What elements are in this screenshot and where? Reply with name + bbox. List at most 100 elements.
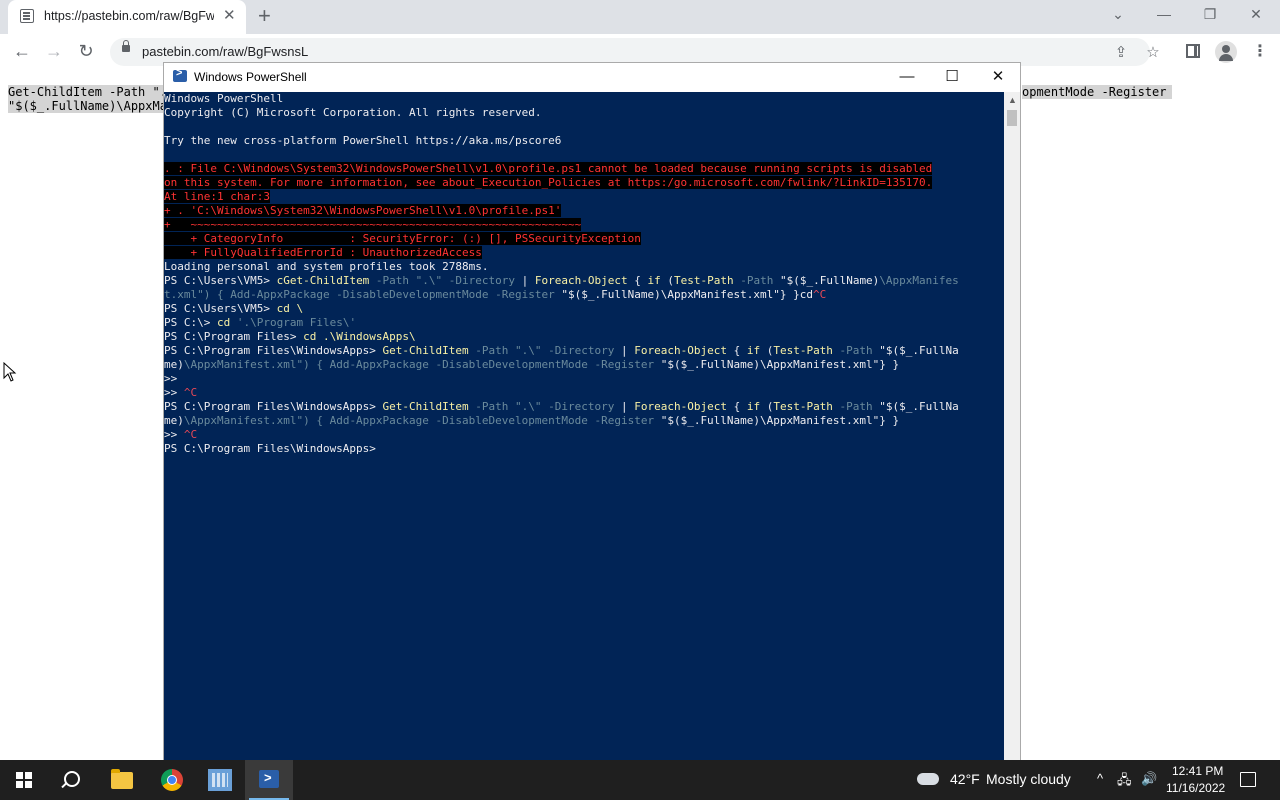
raw-text-line[interactable]: opmentMode -Register (1022, 85, 1172, 99)
clock-time[interactable]: 12:41 PM (1172, 764, 1223, 778)
console-text-segment: PS C:\Program Files\WindowsApps> (164, 344, 383, 357)
console-text-segment: >> (164, 372, 184, 385)
console-text-segment: { (726, 400, 747, 413)
console-text-segment: if (647, 274, 661, 287)
url-text[interactable]: pastebin.com/raw/BgFwsnsL (142, 44, 308, 59)
console-text-segment: Try the new cross-platform PowerShell ht… (164, 134, 562, 147)
console-text-segment: -Directory (442, 274, 522, 287)
taskbar-powershell-button[interactable] (245, 760, 293, 800)
console-text-segment: "$($_.FullName) (779, 274, 880, 287)
console-line: >> ^C (164, 428, 197, 442)
bookmark-star-icon[interactable]: ☆ (1142, 44, 1164, 62)
file-explorer-icon[interactable] (111, 769, 133, 789)
network-icon[interactable]: 🖧 (1117, 771, 1132, 793)
tab-search-chevron-icon[interactable]: ⌄ (1103, 4, 1133, 24)
console-text-segment: PS C:\Program Files\WindowsApps> (164, 400, 383, 413)
tray-overflow-chevron-icon[interactable]: ^ (1097, 771, 1103, 786)
console-text-segment: -Path (468, 344, 515, 357)
console-text-segment: + CategoryInfo : SecurityError: (:) [], … (164, 232, 641, 245)
console-line: PS C:\Users\VM5> cGet-ChildItem -Path ".… (164, 274, 959, 288)
ps-maximize-button[interactable]: ☐ (937, 67, 967, 87)
browser-close-button[interactable]: ✕ (1241, 4, 1271, 24)
scroll-up-arrow-icon[interactable]: ▲ (1008, 95, 1017, 105)
console-text-segment: '.\Program Files\' (230, 316, 357, 329)
powershell-window[interactable]: Windows PowerShell — ☐ ✕ Windows PowerSh… (163, 62, 1021, 762)
back-button[interactable]: ← (10, 40, 34, 62)
console-text-segment: ".\" (415, 274, 443, 287)
mouse-cursor-icon (3, 362, 17, 382)
console-text-segment: Foreach-Object (634, 400, 727, 413)
browser-tab[interactable]: https://pastebin.com/raw/BgFwsnsL ✕ (8, 0, 246, 34)
console-text-segment: -Path (468, 400, 515, 413)
console-text-segment: >> (164, 428, 184, 441)
console-text-segment: PS C:\> (164, 316, 217, 329)
chrome-icon[interactable] (161, 769, 183, 791)
reload-button[interactable]: ↻ (74, 40, 98, 62)
console-text-segment: -Path (832, 344, 880, 357)
console-text-segment: cGet-ChildItem (276, 274, 370, 287)
notification-center-icon[interactable] (1240, 772, 1256, 787)
console-line: PS C:\Program Files\WindowsApps> Get-Chi… (164, 344, 959, 358)
share-icon[interactable]: ⇪ (1110, 44, 1132, 62)
console-text-segment: ( (760, 400, 774, 413)
windows-taskbar: 42°F Mostly cloudy ^ 🖧 🔊 12:41 PM 11/16/… (0, 760, 1280, 800)
profile-avatar-icon[interactable] (1215, 41, 1237, 63)
forward-button[interactable]: → (42, 40, 66, 62)
console-line: Copyright (C) Microsoft Corporation. All… (164, 106, 542, 120)
console-line: Windows PowerShell (164, 92, 283, 106)
console-text-segment: PS C:\Program Files> (164, 330, 304, 343)
ps-minimize-button[interactable]: — (892, 67, 922, 87)
volume-icon[interactable]: 🔊 (1141, 771, 1157, 787)
side-panel-icon[interactable] (1186, 44, 1200, 58)
tab-close-button[interactable]: ✕ (223, 7, 236, 25)
console-text-segment: Get-ChildItem (382, 344, 469, 357)
console-output[interactable]: Windows PowerShell Copyright (C) Microsof… (164, 92, 1004, 761)
powershell-taskbar-icon (259, 770, 279, 788)
console-scrollbar[interactable]: ▲ (1004, 92, 1020, 761)
console-text-segment: At line:1 char:3 (164, 190, 270, 203)
windows-start-icon[interactable] (16, 772, 32, 788)
browser-menu-icon[interactable]: ⋮ (1252, 42, 1268, 62)
console-text-segment: \AppxManifes (879, 274, 959, 287)
console-text-segment: \AppxManifest.xml") { Add-AppxPackage -D… (183, 414, 661, 427)
console-text-segment: Test-Path (773, 400, 833, 413)
console-text-segment: Foreach-Object (534, 274, 628, 287)
console-text-segment: me) (164, 414, 184, 427)
console-text-segment: "$($_.FullNa (879, 400, 959, 413)
new-tab-button[interactable]: + (258, 3, 271, 29)
console-text-segment: Loading personal and system profiles too… (164, 260, 489, 273)
raw-text-line[interactable]: "$($_.FullName)\AppxMa (8, 99, 167, 113)
console-line: Loading personal and system profiles too… (164, 260, 489, 274)
clock-date[interactable]: 11/16/2022 (1166, 781, 1225, 795)
weather-cloud-icon[interactable] (917, 767, 939, 785)
console-text-segment: ( (760, 344, 774, 357)
pinned-app-icon[interactable] (208, 769, 232, 791)
ps-close-button[interactable]: ✕ (983, 67, 1013, 87)
console-text-segment: Test-Path (773, 344, 833, 357)
console-line: >> (164, 372, 184, 386)
console-line: >> ^C (164, 386, 197, 400)
browser-minimize-button[interactable]: — (1149, 4, 1179, 24)
taskbar-search-icon[interactable] (64, 771, 80, 787)
scroll-thumb[interactable] (1007, 110, 1017, 126)
raw-text-line[interactable]: Get-ChildItem -Path ". (8, 85, 167, 99)
console-text-segment: cd .\WindowsApps\ (303, 330, 416, 343)
console-text-segment: | (620, 400, 635, 413)
console-text-segment: "$($_.FullNa (879, 344, 959, 357)
weather-description[interactable]: Mostly cloudy (986, 771, 1071, 787)
console-text-segment: PS C:\Users\VM5> (164, 302, 277, 315)
powershell-titlebar[interactable]: Windows PowerShell — ☐ ✕ (164, 63, 1020, 91)
page-favicon-icon (20, 9, 34, 23)
console-text-segment: "$($_.FullName)\AppxManifest.xml"} }cd (561, 288, 814, 301)
console-line: Try the new cross-platform PowerShell ht… (164, 134, 561, 148)
lock-icon[interactable] (122, 40, 130, 52)
console-line: PS C:\> cd '.\Program Files\' (164, 316, 356, 330)
console-text-segment: Copyright (C) Microsoft Corporation. All… (164, 106, 542, 119)
console-line: on this system. For more information, se… (164, 176, 933, 190)
browser-restore-button[interactable]: ❐ (1195, 4, 1225, 24)
weather-temperature[interactable]: 42°F (950, 771, 980, 787)
console-text-segment: \AppxManifest.xml") { Add-AppxPackage -D… (183, 358, 661, 371)
console-line: t.xml") { Add-AppxPackage -DisableDevelo… (164, 288, 826, 302)
console-text-segment: ^C (813, 288, 827, 301)
console-text-segment: >> (164, 386, 184, 399)
